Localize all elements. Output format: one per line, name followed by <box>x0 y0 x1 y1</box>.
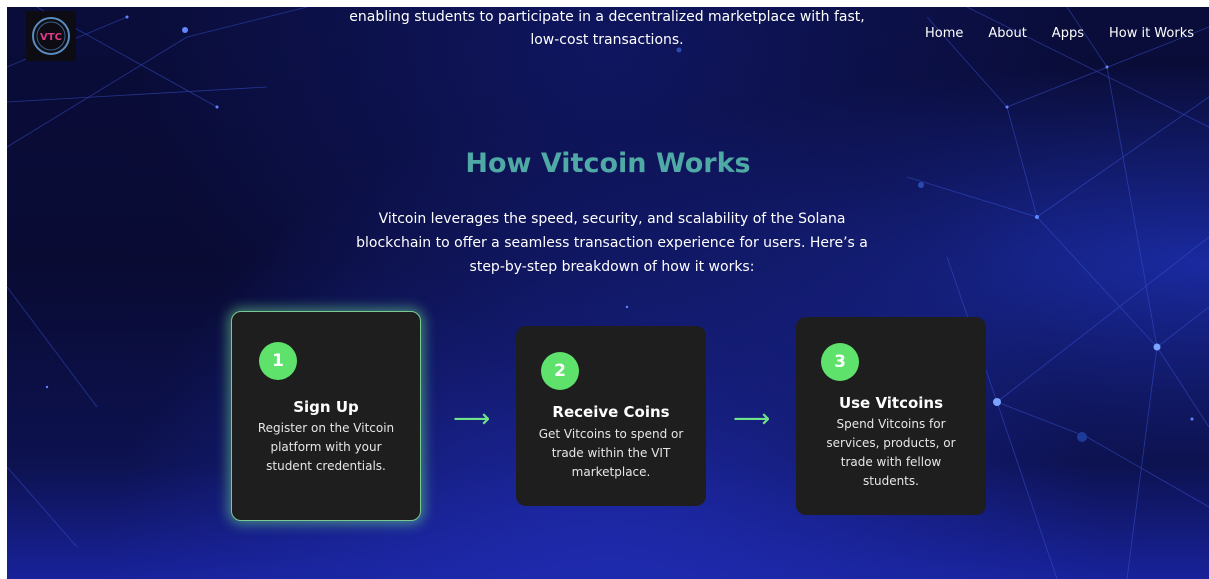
nav-apps-link[interactable]: Apps <box>1052 26 1084 41</box>
section-title: How Vitcoin Works <box>465 148 751 179</box>
step-number-badge: 3 <box>821 343 859 381</box>
logo-icon: VTC <box>32 17 70 55</box>
step-description: Register on the Vitcoin platform with yo… <box>257 421 395 473</box>
step-card-sign-up[interactable]: 1 Sign Up Register on the Vitcoin platfo… <box>231 311 421 521</box>
step-description: Spend Vitcoins for services, products, o… <box>826 417 956 488</box>
step-title: Sign Up <box>293 398 359 416</box>
nav-home-link[interactable]: Home <box>925 26 963 41</box>
intro-text: enabling students to participate in a de… <box>337 7 877 52</box>
step-description: Get Vitcoins to spend or trade within th… <box>538 427 684 479</box>
step-card-receive-coins[interactable]: 2 Receive Coins Get Vitcoins to spend or… <box>516 326 706 506</box>
step-number-badge: 1 <box>259 342 297 380</box>
step-title: Receive Coins <box>552 403 670 421</box>
step-card-use-vitcoins[interactable]: 3 Use Vitcoins Spend Vitcoins for servic… <box>796 317 986 515</box>
section-description: Vitcoin leverages the speed, security, a… <box>356 211 868 275</box>
intro-line-2: low-cost transactions. <box>530 32 684 48</box>
arrow-right-icon: ⟶ <box>733 404 771 434</box>
page-frame: VTC Home About Apps How it Works enablin… <box>7 7 1209 579</box>
nav-about-link[interactable]: About <box>988 26 1026 41</box>
intro-line-1: enabling students to participate in a de… <box>349 9 865 25</box>
top-nav: Home About Apps How it Works <box>925 26 1194 41</box>
nav-how-it-works-link[interactable]: How it Works <box>1109 26 1194 41</box>
vtc-logo[interactable]: VTC <box>26 11 76 61</box>
step-number-badge: 2 <box>541 352 579 390</box>
step-title: Use Vitcoins <box>838 394 944 412</box>
logo-text: VTC <box>40 32 62 43</box>
arrow-right-icon: ⟶ <box>453 404 491 434</box>
